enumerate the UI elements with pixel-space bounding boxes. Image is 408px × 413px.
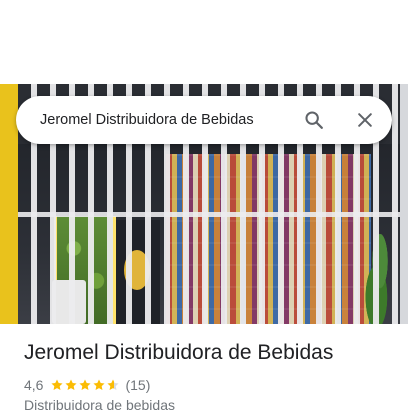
rating-value: 4,6 [24, 377, 44, 393]
rating-row[interactable]: 4,6 (15) [24, 376, 150, 394]
close-icon [358, 113, 372, 127]
top-blank-area [0, 0, 408, 84]
place-category[interactable]: Distribuidora de bebidas [24, 397, 175, 413]
star-icon [107, 379, 120, 391]
clear-search-button[interactable] [347, 102, 383, 138]
side-wall [400, 84, 408, 324]
search-query[interactable]: Jeromel Distribuidora de Bebidas [40, 96, 254, 144]
star-icon [51, 379, 64, 391]
star-rating [50, 378, 120, 392]
review-count[interactable]: (15) [125, 377, 150, 393]
search-button[interactable] [296, 102, 332, 138]
security-rail [18, 212, 400, 217]
star-icon [65, 379, 78, 391]
search-bar[interactable]: Jeromel Distribuidora de Bebidas [16, 96, 392, 144]
search-icon [305, 111, 323, 129]
place-title: Jeromel Distribuidora de Bebidas [24, 341, 334, 364]
star-icon [79, 379, 92, 391]
star-icon [93, 379, 106, 391]
